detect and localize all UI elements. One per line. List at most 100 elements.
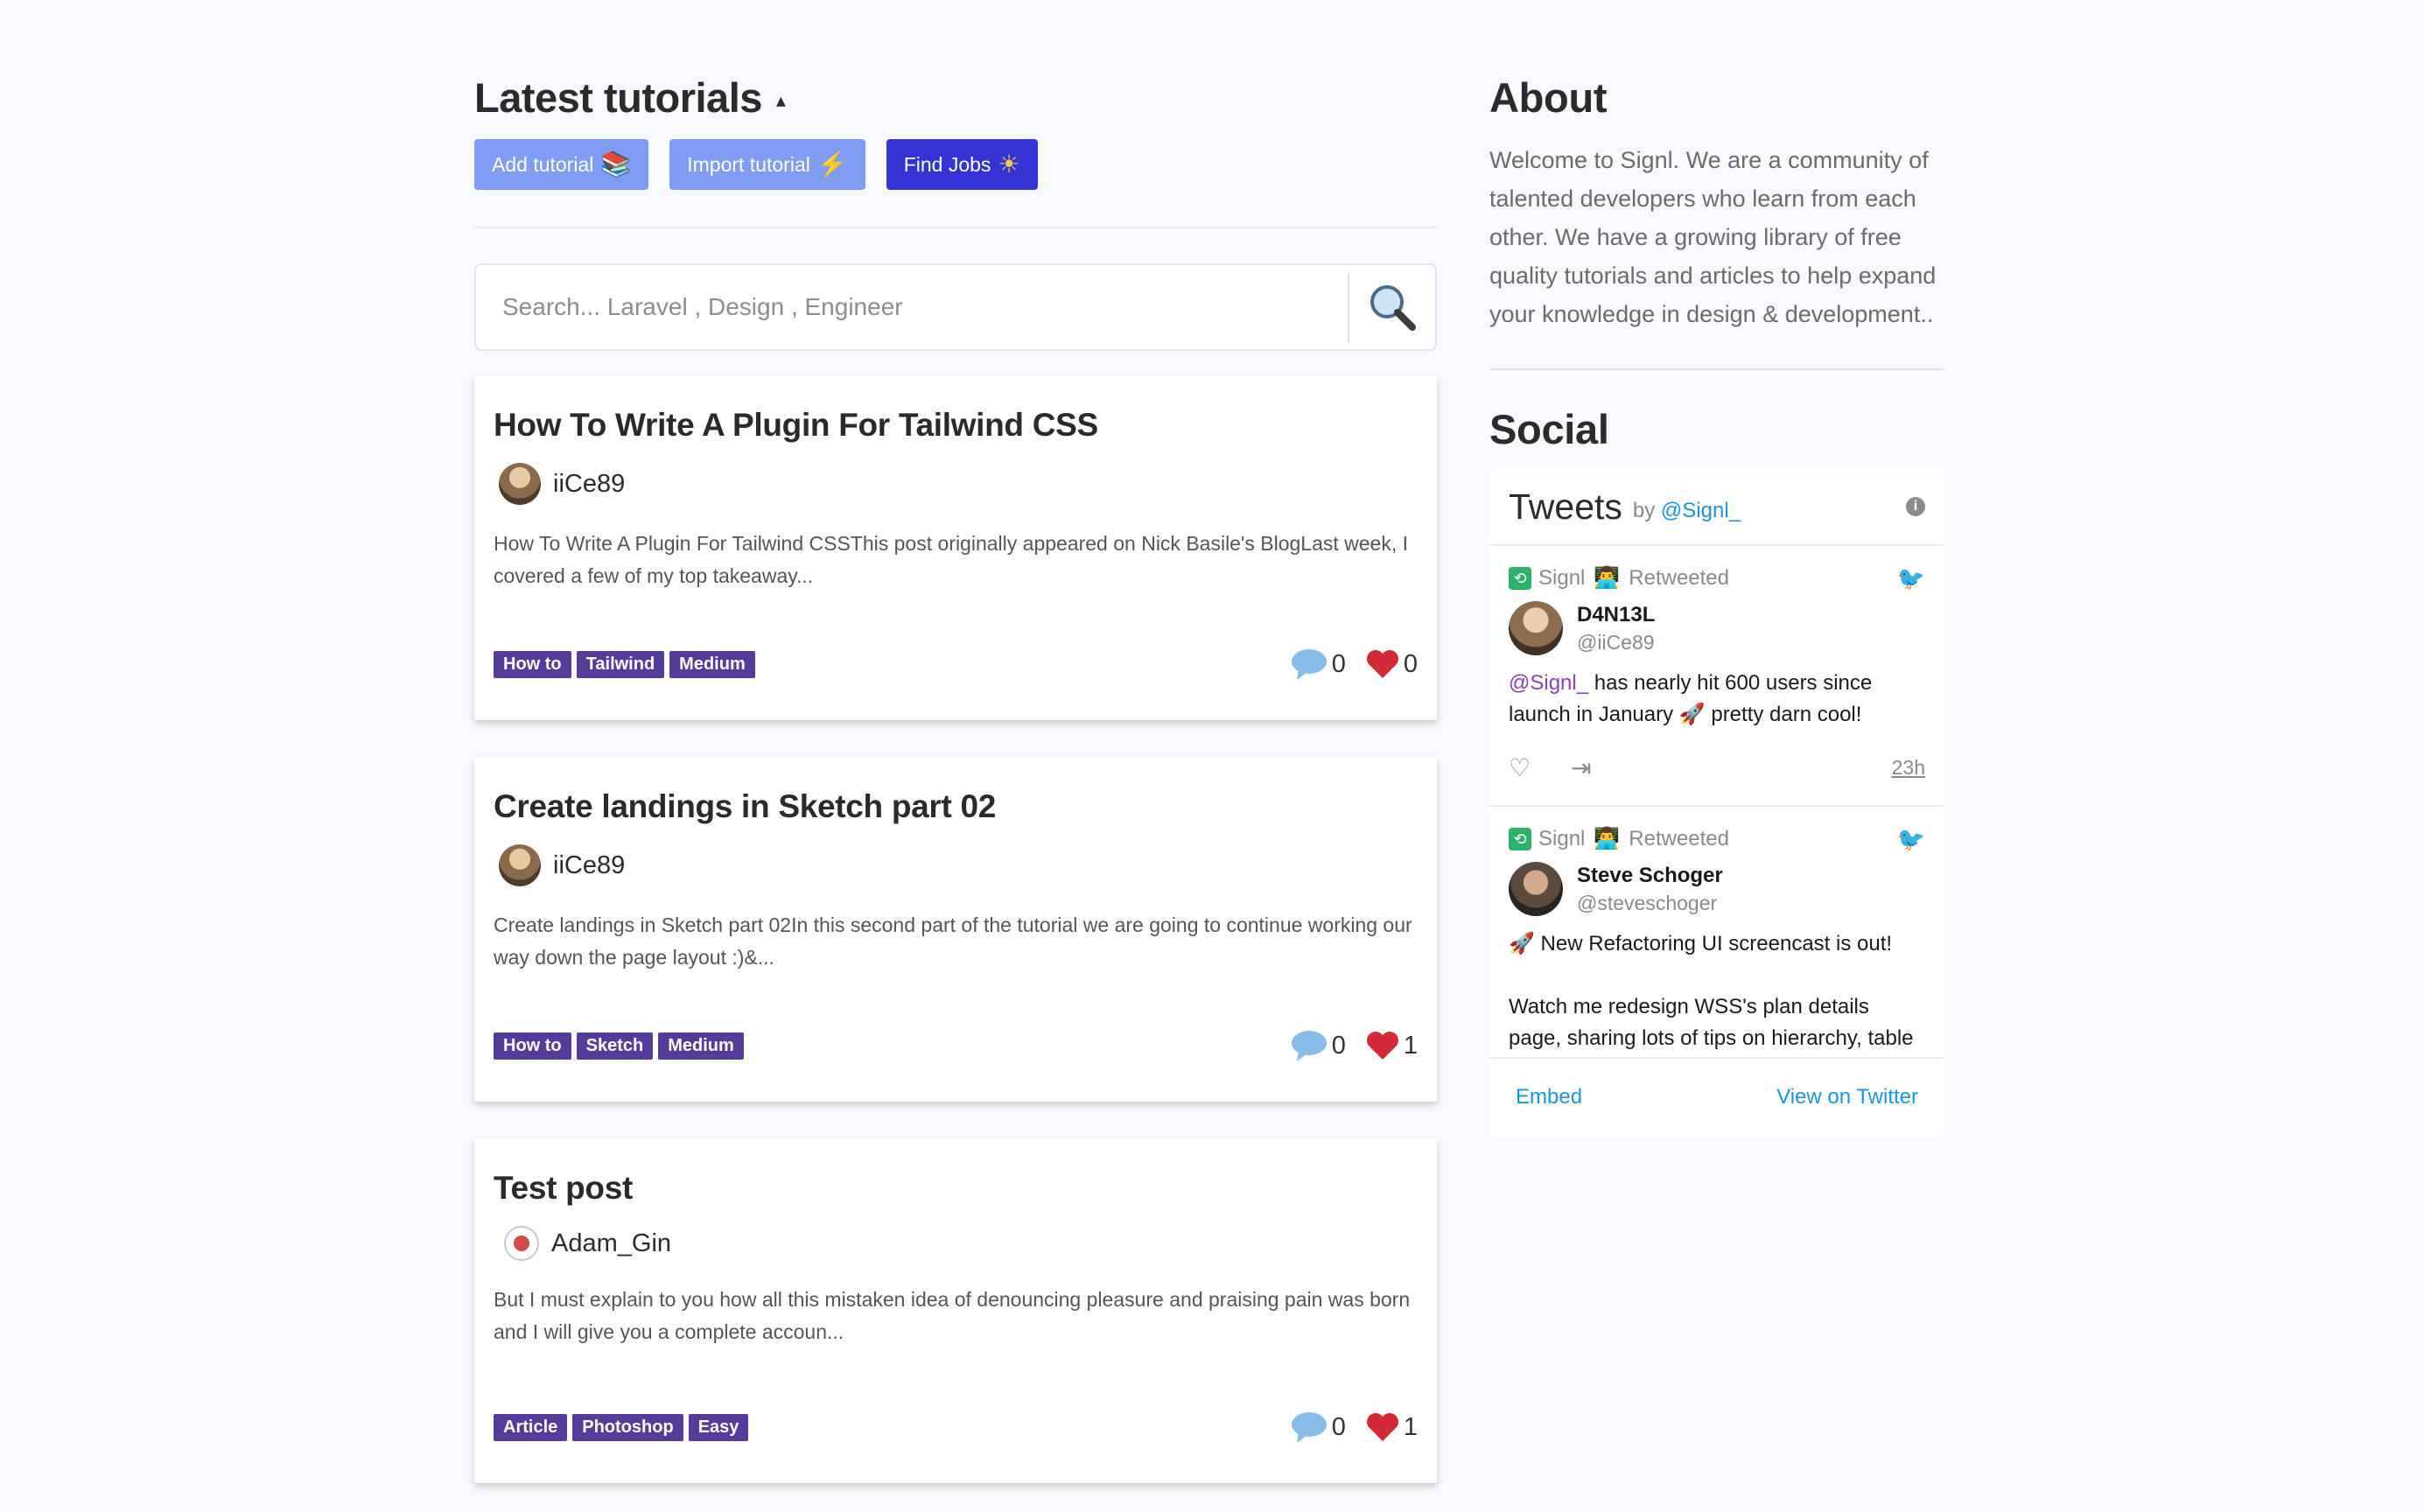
tweet-text: 🚀 New Refactoring UI screencast is out! … [1509,928,1925,1057]
heart-icon[interactable] [1365,1411,1400,1443]
tweet-text: @Signl_ has nearly hit 600 users since l… [1509,668,1925,731]
divider [1489,368,1944,370]
comment-count: 0 [1331,649,1346,678]
tutorials-column: Latest tutorials ▴ Add tutorial 📚 Import… [474,74,1437,1483]
tweet-time[interactable]: 23h [1892,756,1925,780]
search-button[interactable] [1349,265,1435,349]
tag[interactable]: Easy [688,1413,749,1441]
by-label: by [1632,499,1656,522]
twitter-bird-icon[interactable]: 🐦 [1897,565,1925,592]
tag[interactable]: Article [494,1413,568,1441]
tweet-author[interactable]: D4N13L @iiCe89 [1509,601,1925,655]
search-bar [474,263,1437,351]
import-tutorial-label: Import tutorial [687,152,810,176]
post-stats: 0 1 [1290,1028,1418,1063]
comment-count: 0 [1331,1031,1346,1060]
timeline-title: Tweets [1509,486,1622,527]
tutorial-title[interactable]: Test post [494,1170,1418,1207]
tag[interactable]: Photoshop [572,1413,683,1441]
retweet-line: ⟲ Signl 👨‍💻 Retweeted [1509,565,1925,591]
comment-icon[interactable] [1290,647,1328,682]
search-icon [1370,285,1416,331]
retweeter-name[interactable]: Signl [1538,566,1585,591]
tweet[interactable]: ⟲ Signl 👨‍💻 Retweeted 🐦 D4N13L @iiCe89 @… [1489,546,1944,807]
tweet-line: Watch me redesign WSS's plan details pag… [1509,995,1914,1050]
tweet-author-name[interactable]: D4N13L [1577,603,1655,627]
author-name[interactable]: iiCe89 [553,851,625,880]
author-name[interactable]: iiCe89 [553,470,625,499]
retweet-icon: ⟲ [1509,827,1531,850]
avatar [499,844,541,886]
social-title: Social [1489,406,1609,452]
tweet-author[interactable]: Steve Schoger @steveschoger [1509,862,1925,916]
tag[interactable]: How to [494,650,571,678]
about-text: Welcome to Signl. We are a community of … [1489,147,1937,327]
retweeted-label: Retweeted [1629,826,1730,850]
comment-icon[interactable] [1290,1028,1328,1063]
tag-list: How to Tailwind Medium [494,650,755,678]
books-icon: 📚 [600,150,632,178]
heart-icon[interactable] [1365,1030,1400,1061]
card-footer: Article Photoshop Easy 0 1 [494,1410,1418,1445]
tutorial-card[interactable]: How To Write A Plugin For Tailwind CSS i… [474,375,1437,720]
info-icon[interactable]: i [1906,497,1925,516]
tutorial-card[interactable]: Create landings in Sketch part 02 iiCe89… [474,757,1437,1102]
retweeter-emoji: 👨‍💻 [1594,566,1621,590]
tweet-actions: ♡ ⇥ 23h [1509,753,1925,782]
avatar[interactable] [1509,862,1563,916]
page: Latest tutorials ▴ Add tutorial 📚 Import… [0,0,2424,1512]
card-footer: How to Sketch Medium 0 1 [494,1028,1418,1063]
tutorial-title[interactable]: How To Write A Plugin For Tailwind CSS [494,407,1418,444]
tweet-author-name[interactable]: Steve Schoger [1577,864,1723,888]
like-count: 1 [1403,1412,1418,1441]
author[interactable]: iiCe89 [494,844,1418,886]
page-title: Latest tutorials [474,74,762,121]
post-stats: 0 1 [1290,1410,1418,1445]
comment-icon[interactable] [1290,1410,1328,1445]
retweet-line: ⟲ Signl 👨‍💻 Retweeted [1509,826,1925,851]
retweeter-emoji: 👨‍💻 [1594,827,1621,850]
tag[interactable]: Tailwind [576,650,665,678]
author[interactable]: Adam_Gin [494,1226,1418,1261]
tag[interactable]: How to [494,1032,571,1060]
retweeter-name[interactable]: Signl [1538,827,1585,851]
sun-icon: ☀ [998,150,1020,178]
retweeted-label: Retweeted [1629,565,1730,590]
tutorial-excerpt: How To Write A Plugin For Tailwind CSSTh… [494,532,1409,587]
timeline-header: Tweets by @Signl_ i [1489,469,1944,546]
twitter-bird-icon[interactable]: 🐦 [1897,826,1925,853]
timeline-footer: Embed View on Twitter [1489,1057,1944,1136]
lightning-icon: ⚡ [816,150,848,178]
search-input[interactable] [476,264,1348,350]
tag[interactable]: Sketch [576,1032,654,1060]
view-on-twitter-link[interactable]: View on Twitter [1776,1085,1918,1110]
timeline-handle-link[interactable]: @Signl_ [1661,499,1741,522]
heart-icon[interactable] [1365,648,1400,680]
embed-link[interactable]: Embed [1516,1085,1582,1110]
tweet-line: 🚀 New Refactoring UI screencast is out! [1509,932,1893,956]
mention-link[interactable]: @Signl_ [1509,671,1588,695]
tweet-author-handle[interactable]: @iiCe89 [1577,631,1655,654]
sort-caret-icon[interactable]: ▴ [776,89,786,112]
tweet[interactable]: ⟲ Signl 👨‍💻 Retweeted 🐦 Steve Schoger @s… [1489,807,1944,1057]
tweet-author-handle[interactable]: @steveschoger [1577,892,1723,915]
sidebar: About Welcome to Signl. We are a communi… [1489,74,1944,1136]
tag-list: How to Sketch Medium [494,1032,744,1060]
tag[interactable]: Medium [669,650,755,678]
import-tutorial-button[interactable]: Import tutorial ⚡ [669,139,865,190]
avatar[interactable] [1509,601,1563,655]
author[interactable]: iiCe89 [494,463,1418,505]
divider [474,227,1437,228]
twitter-timeline-widget: Tweets by @Signl_ i ⟲ Signl 👨‍💻 Retweete… [1489,469,1944,1136]
like-count: 1 [1403,1031,1418,1060]
tag[interactable]: Medium [658,1032,744,1060]
share-icon[interactable]: ⇥ [1571,753,1591,782]
tutorial-excerpt: But I must explain to you how all this m… [494,1288,1411,1343]
add-tutorial-label: Add tutorial [492,152,594,176]
author-name[interactable]: Adam_Gin [551,1229,671,1258]
tutorial-title[interactable]: Create landings in Sketch part 02 [494,788,1418,825]
tutorial-card[interactable]: Test post Adam_Gin But I must explain to… [474,1138,1437,1483]
find-jobs-button[interactable]: Find Jobs ☀ [886,139,1038,190]
like-heart-icon[interactable]: ♡ [1509,753,1531,782]
add-tutorial-button[interactable]: Add tutorial 📚 [474,139,649,190]
